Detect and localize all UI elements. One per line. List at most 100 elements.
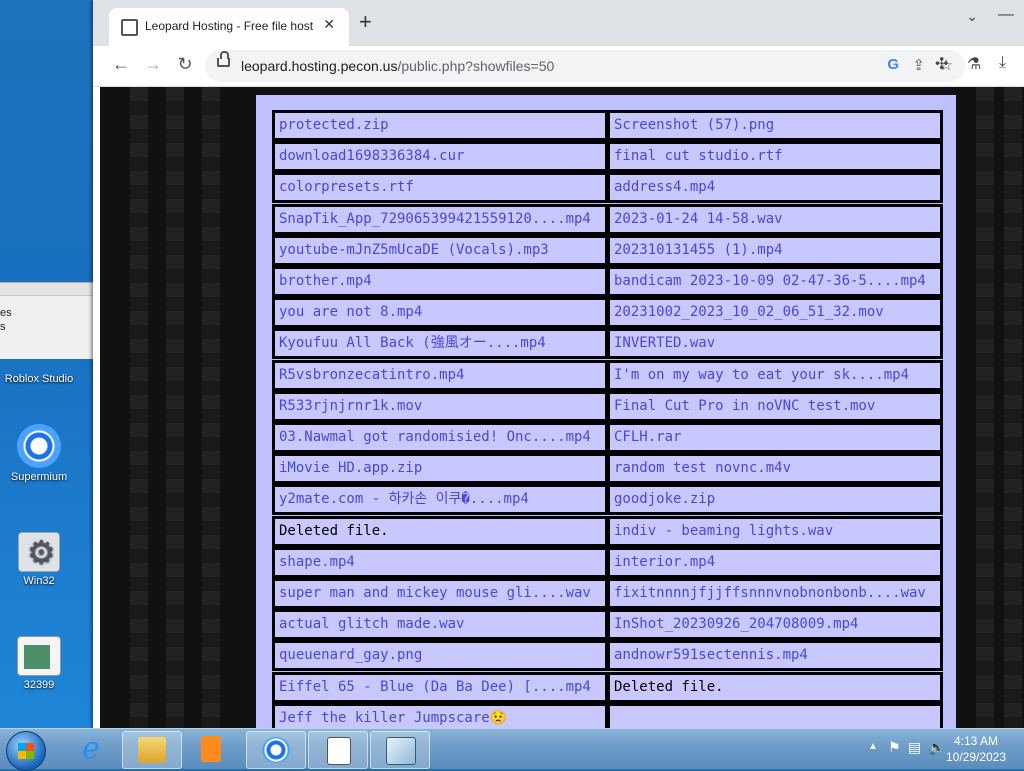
background-pattern [202, 87, 220, 728]
file-link-right[interactable]: address4.mp4 [607, 172, 943, 203]
file-link-left[interactable]: actual glitch made.wav [272, 609, 608, 640]
tab-leopard-hosting[interactable]: Leopard Hosting - Free file host ✕ [109, 8, 349, 46]
start-button[interactable] [6, 731, 46, 771]
file-link-right[interactable]: fixitnnnnjfjjffsnnnvnobnonbonb....wav [607, 578, 943, 609]
background-window-text: es [0, 307, 12, 319]
file-link-left[interactable]: Jeff the killer Jumpscare😟 [272, 703, 608, 728]
background-pattern [976, 87, 994, 728]
file-link-left[interactable]: download1698336384.cur [272, 141, 608, 172]
gear-icon [18, 532, 60, 572]
minimize-icon[interactable]: — [998, 6, 1014, 24]
browser-toolbar: ← → ↻ leopard.hosting.pecon.us/public.ph… [93, 46, 1024, 87]
extensions-icon[interactable]: ✣ [935, 54, 948, 74]
url-host: leopard.hosting.pecon.us [241, 58, 398, 74]
taskbar-supermium[interactable] [246, 731, 306, 769]
network-icon[interactable]: ▤ [908, 740, 921, 756]
file-list-panel: protected.zip download1698336384.cur color… [256, 95, 956, 728]
background-pattern [130, 87, 148, 728]
background-window-titlebar[interactable] [0, 283, 93, 296]
supermium-icon [262, 737, 290, 763]
file-link-right[interactable] [607, 703, 943, 728]
file-link-right[interactable]: 202310131455 (1).mp4 [607, 235, 943, 266]
file-link-left[interactable]: shape.mp4 [272, 547, 608, 578]
clock-date: 10/29/2023 [945, 750, 1007, 764]
file-link-left[interactable]: Eiffel 65 - Blue (Da Ba Dee) [....mp4 [272, 672, 608, 703]
file-link-left[interactable]: R5vsbronzecatintro.mp4 [272, 360, 608, 391]
file-link-right[interactable]: interior.mp4 [607, 547, 943, 578]
tab-search-chevron-icon[interactable]: ⌄ [966, 8, 978, 25]
document-icon [17, 636, 61, 676]
file-link-left[interactable]: Deleted file. [272, 516, 608, 547]
google-icon[interactable]: G [887, 56, 899, 73]
file-link-left[interactable]: y2mate.com - 하카손 이쿠�....mp4 [272, 484, 608, 515]
taskbar-document[interactable] [308, 731, 368, 769]
file-link-right[interactable]: 2023-01-24 14-58.wav [607, 204, 943, 235]
window-icon [386, 737, 416, 765]
file-link-left[interactable]: SnapTik_App_729065399421559120....mp4 [272, 204, 608, 235]
file-link-left[interactable]: protected.zip [272, 110, 608, 141]
file-link-left[interactable]: youtube-mJnZ5mUcaDE (Vocals).mp3 [272, 235, 608, 266]
file-link-left[interactable]: colorpresets.rtf [272, 172, 608, 203]
desktop-icon-label: Roblox Studio [4, 373, 74, 385]
file-link-left[interactable]: queuenard_gay.png [272, 640, 608, 671]
file-link-right[interactable]: andnowr591sectennis.mp4 [607, 640, 943, 671]
taskbar-file-explorer[interactable] [122, 731, 182, 769]
share-icon[interactable]: ⇪ [912, 56, 925, 74]
tab-title: Leopard Hosting - Free file host [145, 19, 314, 33]
browser-window: Leopard Hosting - Free file host ✕ + ⌄ —… [93, 0, 1024, 728]
favicon-icon [121, 19, 138, 36]
profile-icon[interactable]: ⚗ [967, 54, 981, 74]
action-center-icon[interactable]: ⚑ [888, 740, 901, 756]
file-link-right[interactable]: indiv - beaming lights.wav [607, 516, 943, 547]
file-link-right[interactable]: INVERTED.wav [607, 328, 943, 359]
background-pattern [1004, 87, 1022, 728]
file-link-left[interactable]: Kyoufuu All Back (強風オー....mp4 [272, 328, 608, 359]
download-icon[interactable]: ⤓ [999, 54, 1006, 72]
page-viewport[interactable]: protected.zip download1698336384.cur color… [100, 87, 1024, 728]
file-link-right[interactable]: I'm on my way to eat your sk....mp4 [607, 360, 943, 391]
new-tab-button[interactable]: + [359, 11, 372, 33]
taskbar: e ▲ ⚑ ▤ 🔈 4:13 AM 10/29/2023 [0, 728, 1024, 771]
taskbar-media-player[interactable] [182, 731, 240, 767]
taskbar-app[interactable] [370, 731, 430, 769]
volume-icon[interactable]: 🔈 [928, 740, 945, 756]
roblox-studio-icon [17, 348, 61, 370]
system-tray: ▲ ⚑ ▤ 🔈 4:13 AM 10/29/2023 [824, 729, 1024, 769]
supermium-icon [17, 424, 61, 468]
show-hidden-icons-icon[interactable]: ▲ [868, 741, 878, 752]
file-link-right[interactable]: Deleted file. [607, 672, 943, 703]
file-link-right[interactable]: final cut studio.rtf [607, 141, 943, 172]
taskbar-internet-explorer[interactable]: e [62, 731, 120, 767]
desktop-icon-label: Supermium [10, 471, 68, 483]
reload-button[interactable]: ↻ [173, 54, 197, 75]
url-text[interactable]: leopard.hosting.pecon.us/public.php?show… [241, 58, 554, 74]
address-bar[interactable]: leopard.hosting.pecon.us/public.php?show… [205, 50, 965, 82]
desktop-icon-win32[interactable]: Win32 [0, 532, 78, 587]
file-link-left[interactable]: iMovie HD.app.zip [272, 453, 608, 484]
file-link-right[interactable]: InShot_20230926_204708009.mp4 [607, 609, 943, 640]
background-window-text: s [0, 321, 6, 333]
desktop-icon-supermium[interactable]: Supermium [0, 424, 78, 483]
file-link-right[interactable]: 20231002_2023_10_02_06_51_32.mov [607, 297, 943, 328]
desktop-icon-32399[interactable]: 32399 [0, 636, 78, 691]
file-link-right[interactable]: bandicam 2023-10-09 02-47-36-5....mp4 [607, 266, 943, 297]
clock-time: 4:13 AM [953, 734, 999, 748]
file-link-left[interactable]: brother.mp4 [272, 266, 608, 297]
tab-strip: Leopard Hosting - Free file host ✕ + ⌄ — [93, 0, 1024, 46]
file-link-right[interactable]: random test novnc.m4v [607, 453, 943, 484]
close-tab-icon[interactable]: ✕ [323, 16, 335, 33]
file-link-left[interactable]: super man and mickey mouse gli....wav [272, 578, 608, 609]
back-button[interactable]: ← [109, 54, 133, 75]
desktop-icon-roblox-studio[interactable]: Roblox Studio [0, 348, 78, 385]
file-link-right[interactable]: CFLH.rar [607, 422, 943, 453]
file-link-left[interactable]: you are not 8.mp4 [272, 297, 608, 328]
file-link-left[interactable]: 03.Nawmal got randomisied! Onc....mp4 [272, 422, 608, 453]
lock-icon[interactable] [217, 51, 230, 67]
clock[interactable]: 4:13 AM 10/29/2023 [944, 733, 1008, 765]
file-link-right[interactable]: goodjoke.zip [607, 484, 943, 515]
file-link-right[interactable]: Screenshot (57).png [607, 110, 943, 141]
file-link-right[interactable]: Final Cut Pro in noVNC test.mov [607, 391, 943, 422]
file-link-left[interactable]: R533rjnjrnr1k.mov [272, 391, 608, 422]
media-player-icon [201, 736, 221, 762]
forward-button[interactable]: → [141, 54, 165, 75]
